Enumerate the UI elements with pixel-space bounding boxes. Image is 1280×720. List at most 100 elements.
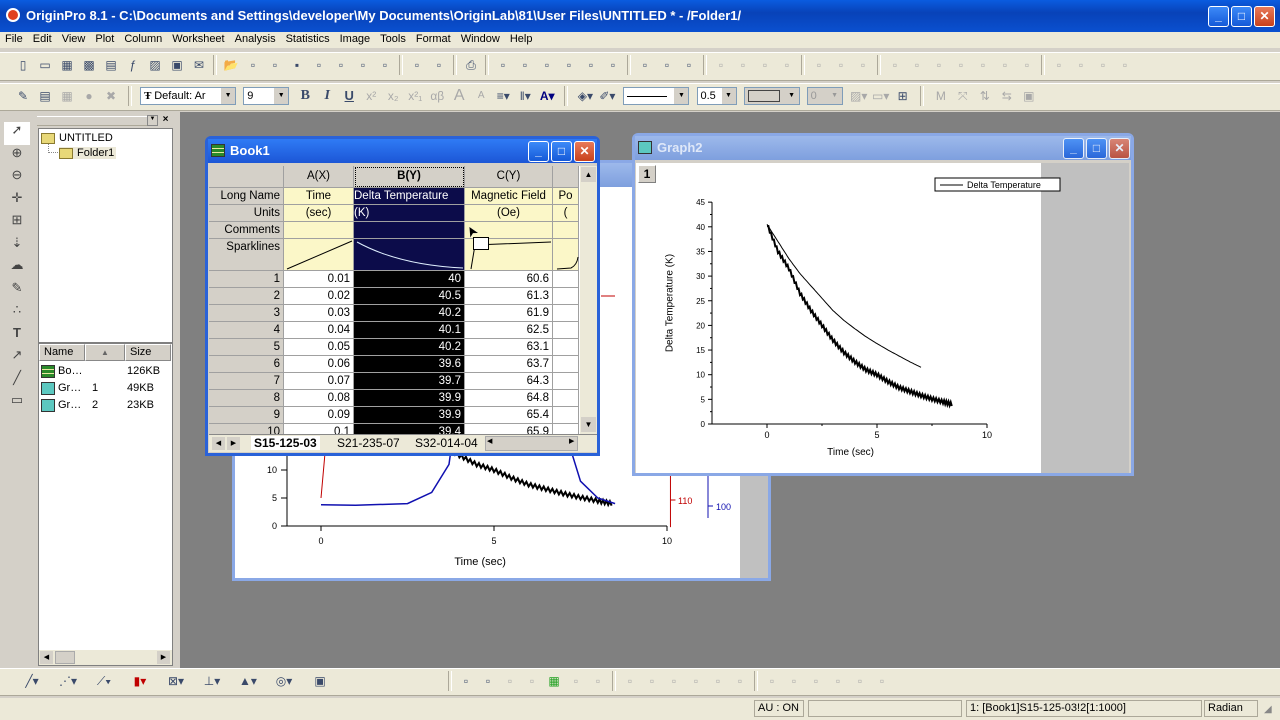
- text-tool-icon[interactable]: T: [4, 325, 30, 348]
- row-number[interactable]: 6: [209, 356, 284, 373]
- sheet-tab[interactable]: S21-235-07: [334, 436, 403, 450]
- maximize-button[interactable]: □: [1231, 6, 1252, 27]
- increase-font-button[interactable]: A: [448, 86, 470, 106]
- import-ascii-icon[interactable]: ▫: [330, 55, 352, 75]
- arrow-tool-icon[interactable]: ↗: [4, 347, 30, 370]
- cell-magnetic-field[interactable]: 63.7: [465, 356, 553, 373]
- add-column-icon[interactable]: ▦: [56, 86, 78, 106]
- horizontal-scrollbar[interactable]: ◀ ▶: [39, 650, 172, 665]
- graph2-window[interactable]: Graph2 _ □ ✕ 1 0 5 10 0 5 10 15 20 25 30 35 40 45 Tim…: [632, 133, 1134, 476]
- layers-icon[interactable]: ▫: [1048, 55, 1070, 75]
- cell-col-d[interactable]: [553, 305, 579, 322]
- row-number[interactable]: 3: [209, 305, 284, 322]
- new-excel-icon[interactable]: ▩: [78, 55, 100, 75]
- timer-icon[interactable]: ▫: [1092, 55, 1114, 75]
- new-function-icon[interactable]: ƒ: [122, 55, 144, 75]
- column-values-icon[interactable]: ▫: [514, 55, 536, 75]
- cell-col-d[interactable]: [553, 339, 579, 356]
- open-book-icon[interactable]: ▤: [34, 86, 56, 106]
- align-left-icon[interactable]: ▫: [619, 671, 641, 691]
- cell-time[interactable]: 0.08: [284, 390, 354, 407]
- minimize-button[interactable]: _: [1208, 6, 1229, 27]
- save-template-icon[interactable]: ▫: [308, 55, 330, 75]
- layer-3-icon[interactable]: ▫: [852, 55, 874, 75]
- decrease-font-button[interactable]: A: [470, 86, 492, 106]
- align-bottom-icon[interactable]: ▫: [729, 671, 751, 691]
- menu-image[interactable]: Image: [335, 32, 376, 46]
- align-right-icon[interactable]: ▫: [663, 671, 685, 691]
- node-icon[interactable]: ●: [78, 86, 100, 106]
- group-icon[interactable]: ▫: [499, 671, 521, 691]
- whole-page-icon[interactable]: ▫: [754, 55, 776, 75]
- sheet-tab-active[interactable]: S15-125-03: [251, 436, 320, 450]
- column-header[interactable]: B(Y): [354, 166, 465, 188]
- line-color-icon[interactable]: ✐▾: [596, 86, 618, 106]
- duplicate-icon[interactable]: ▫: [406, 55, 428, 75]
- pen-icon[interactable]: ✎: [12, 86, 34, 106]
- row-number[interactable]: 4: [209, 322, 284, 339]
- rescale-icon[interactable]: ▫: [776, 55, 798, 75]
- new-layer-icon[interactable]: ▫: [477, 671, 499, 691]
- sheet-tab[interactable]: S32-014-04: [412, 436, 481, 450]
- screen-reader-icon[interactable]: ✛: [4, 190, 30, 213]
- 3d-surface-plot-icon[interactable]: ▲▾: [230, 671, 266, 691]
- import-multiple-icon[interactable]: ▫: [352, 55, 374, 75]
- worksheet-grid[interactable]: A(X) B(Y) C(Y) Long Name Time Delta Temperatu…: [209, 166, 596, 434]
- ungroup-icon[interactable]: ▫: [521, 671, 543, 691]
- new-matrix-icon[interactable]: ▤: [100, 55, 122, 75]
- scroll-thumb[interactable]: [55, 651, 75, 664]
- axis-7-icon[interactable]: ▫: [1016, 55, 1038, 75]
- font-color-icon[interactable]: A▾: [536, 86, 558, 106]
- superscript-button[interactable]: x²: [360, 86, 382, 106]
- bring-front-icon[interactable]: ▫: [805, 671, 827, 691]
- tab-next-icon[interactable]: ▶: [227, 437, 240, 450]
- polar-plot-icon[interactable]: ◎▾: [266, 671, 302, 691]
- table-icon[interactable]: ▫: [1070, 55, 1092, 75]
- cell-delta-temperature[interactable]: 40.2: [354, 339, 465, 356]
- column-plot-icon[interactable]: ▮▾: [122, 671, 158, 691]
- tab-prev-icon[interactable]: ◀: [212, 437, 225, 450]
- open-excel-icon[interactable]: ▫: [264, 55, 286, 75]
- menu-worksheet[interactable]: Worksheet: [167, 32, 229, 46]
- code-builder-icon[interactable]: ▫: [558, 55, 580, 75]
- refresh-icon[interactable]: ▫: [428, 55, 450, 75]
- zoom-out-icon[interactable]: ⊖: [4, 167, 30, 190]
- scroll-left-icon[interactable]: ◀: [487, 437, 492, 445]
- font-size-select[interactable]: 9 ▼: [243, 87, 290, 105]
- book1-maximize-button[interactable]: □: [551, 141, 572, 162]
- subscript-button[interactable]: x₂: [382, 86, 404, 106]
- align-middle-icon[interactable]: ▫: [707, 671, 729, 691]
- book1-minimize-button[interactable]: _: [528, 141, 549, 162]
- rectangle-tool-icon[interactable]: ▭: [4, 392, 30, 415]
- row-number[interactable]: 10: [209, 424, 284, 434]
- meta-cell[interactable]: [284, 222, 354, 239]
- explorer-dropdown-icon[interactable]: ▼: [147, 115, 158, 126]
- line-width-select[interactable]: 0.5 ▼: [696, 87, 737, 105]
- cell-magnetic-field[interactable]: 64.3: [465, 373, 553, 390]
- file-list-item[interactable]: Gr… 2 23KB: [41, 398, 169, 414]
- cell-time[interactable]: 0.07: [284, 373, 354, 390]
- grid-icon[interactable]: ▫: [1114, 55, 1136, 75]
- cell-delta-temperature[interactable]: 39.7: [354, 373, 465, 390]
- mask-icon[interactable]: ✖: [100, 86, 122, 106]
- meta-cell[interactable]: Time: [284, 188, 354, 205]
- cell-time[interactable]: 0.02: [284, 288, 354, 305]
- cell-time[interactable]: 0.03: [284, 305, 354, 322]
- file-list-item[interactable]: Gr… 1 49KB: [41, 381, 169, 397]
- cell-magnetic-field[interactable]: 60.6: [465, 271, 553, 288]
- cell-delta-temperature[interactable]: 39.9: [354, 407, 465, 424]
- organizer-icon[interactable]: ▫: [536, 55, 558, 75]
- lock-icon[interactable]: ▣: [1018, 86, 1040, 106]
- menu-statistics[interactable]: Statistics: [281, 32, 335, 46]
- import-wizard-icon[interactable]: ▫: [374, 55, 396, 75]
- horizontal-scrollbar[interactable]: ◀ ▶: [485, 436, 578, 451]
- row-number[interactable]: 7: [209, 373, 284, 390]
- row-number[interactable]: 5: [209, 339, 284, 356]
- cell-delta-temperature[interactable]: 40.1: [354, 322, 465, 339]
- line-plot-icon[interactable]: ╱▾: [14, 671, 50, 691]
- table-icon[interactable]: ⊞: [892, 86, 914, 106]
- fill-color-icon[interactable]: ◈▾: [574, 86, 596, 106]
- cell-col-d[interactable]: [553, 407, 579, 424]
- align-center-icon[interactable]: ▫: [641, 671, 663, 691]
- supsub-button[interactable]: x²₁: [404, 86, 426, 106]
